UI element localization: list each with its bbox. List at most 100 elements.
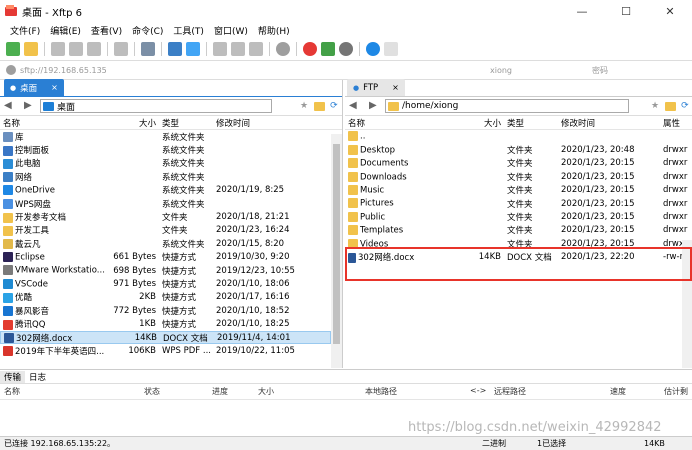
up-folder-icon[interactable] <box>314 101 326 111</box>
forward-arrow-icon[interactable]: ▶ <box>24 101 34 111</box>
forward-arrow-icon[interactable]: ▶ <box>369 101 379 111</box>
local-scrollbar[interactable] <box>331 134 342 368</box>
gear-icon[interactable] <box>339 42 353 56</box>
local-file-row[interactable]: 优酷 2KB 快捷方式 2020/1/17, 16:16 <box>0 291 331 304</box>
local-path-input[interactable]: 桌面 <box>40 99 272 113</box>
col-name[interactable]: 名称 <box>0 117 110 129</box>
col-type[interactable]: 类型 <box>156 117 212 129</box>
folder-icon <box>348 131 358 142</box>
remote-file-row[interactable]: .. <box>345 130 692 143</box>
folder-icon <box>348 225 358 236</box>
bookmark-icon[interactable]: ★ <box>300 101 308 111</box>
col-name[interactable]: 名称 <box>345 117 455 129</box>
refresh-icon[interactable]: ⟳ <box>330 101 338 111</box>
globe-icon[interactable] <box>276 42 290 56</box>
local-file-row[interactable]: OneDrive 系统文件夹 2020/1/19, 8:25 <box>0 184 331 197</box>
close-tab-icon[interactable]: × <box>392 83 399 92</box>
copy-icon[interactable] <box>213 42 227 56</box>
col-remote-path[interactable]: 远程路径 <box>494 386 526 397</box>
menu-command[interactable]: 命令(C) <box>132 24 163 37</box>
remote-file-row[interactable]: Documents 文件夹 2020/1/23, 20:15 drwxr <box>345 157 692 170</box>
menu-view[interactable]: 查看(V) <box>91 24 122 37</box>
local-scroll-thumb[interactable] <box>333 144 340 344</box>
remote-file-row[interactable]: Desktop 文件夹 2020/1/23, 20:48 drwxr <box>345 143 692 156</box>
local-file-row[interactable]: 开发参考文档 文件夹 2020/1/18, 21:21 <box>0 210 331 223</box>
remote-file-row[interactable]: Public 文件夹 2020/1/23, 20:15 drwxr <box>345 210 692 223</box>
local-file-row[interactable]: Eclipse 661 Bytes 快捷方式 2019/10/30, 9:20 <box>0 251 331 264</box>
col-speed[interactable]: 速度 <box>610 386 626 397</box>
remote-file-row[interactable]: Music 文件夹 2020/1/23, 20:15 drwxr <box>345 184 692 197</box>
host-input[interactable]: sftp://192.168.65.135 <box>20 66 490 75</box>
local-file-row[interactable]: VMware Workstatio... 698 Bytes 快捷方式 2019/12… <box>0 264 331 277</box>
password-input[interactable]: 密码 <box>592 65 608 76</box>
local-file-row[interactable]: 302网络.docx 14KB DOCX 文档 2019/11/4, 14:01 <box>0 330 331 345</box>
close-tab-icon[interactable]: × <box>51 83 58 92</box>
menu-bar: 文件(F) 编辑(E) 查看(V) 命令(C) 工具(T) 窗口(W) 帮助(H… <box>0 22 692 38</box>
col-size[interactable]: 大小 <box>258 386 274 397</box>
local-file-row[interactable]: 库 系统文件夹 <box>0 130 331 143</box>
new-session-icon[interactable] <box>6 42 20 56</box>
tab-log[interactable]: 日志 <box>25 371 50 383</box>
local-file-row[interactable]: 戴云凡 系统文件夹 2020/1/15, 8:20 <box>0 237 331 250</box>
menu-help[interactable]: 帮助(H) <box>258 24 290 37</box>
local-file-row[interactable]: 网络 系统文件夹 <box>0 170 331 183</box>
remote-file-row[interactable]: Pictures 文件夹 2020/1/23, 20:15 drwxr <box>345 197 692 210</box>
remote-file-row[interactable]: Templates 文件夹 2020/1/23, 20:15 drwxr <box>345 224 692 237</box>
close-button[interactable]: ✕ <box>648 0 692 22</box>
local-file-row[interactable]: 腾讯QQ 1KB 快捷方式 2020/1/10, 18:25 <box>0 317 331 330</box>
info-icon[interactable] <box>384 42 398 56</box>
file-icon <box>3 306 13 317</box>
menu-edit[interactable]: 编辑(E) <box>50 24 81 37</box>
remote-path-input[interactable]: /home/xiong <box>385 99 629 113</box>
tab-transfer[interactable]: 传输 <box>0 370 26 383</box>
transfer-icon[interactable] <box>168 42 182 56</box>
menu-window[interactable]: 窗口(W) <box>214 24 248 37</box>
minimize-button[interactable]: — <box>560 0 604 22</box>
sync-icon[interactable] <box>186 42 200 56</box>
local-file-row[interactable]: 2019年下半年英语四... 106KB WPS PDF ... 2019/10/22… <box>0 344 331 357</box>
tab-remote[interactable]: ● FTP × <box>347 79 405 96</box>
col-size[interactable]: 大小 <box>455 117 501 129</box>
paste-icon[interactable] <box>231 42 245 56</box>
tab-local[interactable]: ● 桌面 × <box>4 79 64 96</box>
col-eta[interactable]: 估计剩 <box>664 386 692 397</box>
maximize-button[interactable]: ☐ <box>604 0 648 22</box>
menu-file[interactable]: 文件(F) <box>10 24 40 37</box>
terminal-icon[interactable] <box>141 42 155 56</box>
col-type[interactable]: 类型 <box>501 117 557 129</box>
remote-file-row[interactable]: Downloads 文件夹 2020/1/23, 20:15 drwxr <box>345 170 692 183</box>
local-file-row[interactable]: 此电脑 系统文件夹 <box>0 157 331 170</box>
col-size[interactable]: 大小 <box>110 117 156 129</box>
col-name[interactable]: 名称 <box>4 386 20 397</box>
bookmark-icon[interactable]: ★ <box>651 101 659 111</box>
file-icon <box>3 158 13 169</box>
local-file-row[interactable]: 暴风影音 772 Bytes 快捷方式 2020/1/10, 18:52 <box>0 304 331 317</box>
disconnect-icon[interactable] <box>69 42 83 56</box>
delete-icon[interactable] <box>249 42 263 56</box>
col-local-path[interactable]: 本地路径 <box>365 386 397 397</box>
open-folder-icon[interactable] <box>24 42 38 56</box>
username-input[interactable]: xiong <box>490 66 592 75</box>
local-file-row[interactable]: WPS网盘 系统文件夹 <box>0 197 331 210</box>
col-modified[interactable]: 修改时间 <box>212 117 322 129</box>
file-name: 库 <box>15 132 24 143</box>
local-file-row[interactable]: 控制面板 系统文件夹 <box>0 143 331 156</box>
back-arrow-icon[interactable]: ◀ <box>349 101 359 111</box>
col-direction[interactable]: <-> <box>470 386 486 395</box>
menu-tools[interactable]: 工具(T) <box>173 24 204 37</box>
connect-icon[interactable] <box>51 42 65 56</box>
help-icon[interactable] <box>366 42 380 56</box>
properties-icon[interactable] <box>114 42 128 56</box>
xshell-icon[interactable] <box>303 42 317 56</box>
local-file-row[interactable]: 开发工具 文件夹 2020/1/23, 16:24 <box>0 224 331 237</box>
up-folder-icon[interactable] <box>665 101 677 111</box>
col-status[interactable]: 状态 <box>144 386 160 397</box>
col-modified[interactable]: 修改时间 <box>557 117 663 129</box>
back-arrow-icon[interactable]: ◀ <box>4 101 14 111</box>
refresh-icon[interactable]: ⟳ <box>681 101 689 111</box>
col-attributes[interactable]: 属性 <box>663 117 692 129</box>
col-progress[interactable]: 进度 <box>212 386 228 397</box>
reconnect-icon[interactable] <box>87 42 101 56</box>
local-file-row[interactable]: VSCode 971 Bytes 快捷方式 2020/1/10, 18:06 <box>0 277 331 290</box>
tunnel-icon[interactable] <box>321 42 335 56</box>
